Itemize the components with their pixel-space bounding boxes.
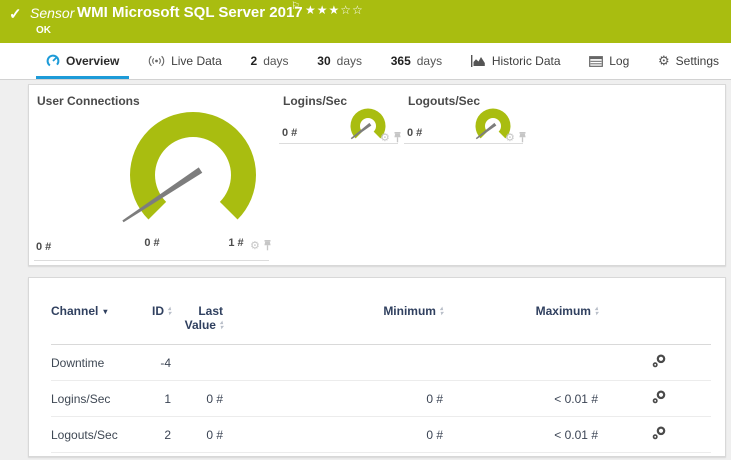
table-row[interactable]: User Connections 0 0 # 0 # 0 # — [51, 452, 711, 460]
channel-name[interactable]: Logouts/Sec — [51, 416, 146, 453]
gauge-panel: User Connections 0 # 1 # 0 # ⚙ Logins/Se… — [28, 84, 726, 266]
user-connections-gauge — [122, 112, 256, 223]
channel-maximum: 0 # — [443, 452, 598, 460]
gauge-baseline — [279, 143, 398, 144]
channel-maximum — [443, 344, 598, 381]
column-header-settings — [598, 278, 711, 345]
channel-id: 1 — [146, 380, 171, 417]
channel-last-value — [171, 344, 223, 381]
table-row[interactable]: Logins/Sec 1 0 # 0 # < 0.01 # — [51, 380, 711, 417]
channel-maximum: < 0.01 # — [443, 416, 598, 453]
sort-icon: ▴ ▾ — [439, 305, 443, 317]
status-badge: OK — [36, 25, 51, 36]
gauge-gear-icon[interactable]: ⚙ — [250, 240, 260, 251]
column-header-channel[interactable]: Channel ▾ — [51, 278, 146, 345]
gauge-pin-icon[interactable] — [518, 132, 527, 143]
tab-live-data[interactable]: Live Data — [146, 43, 224, 79]
channel-last-value: 0 # — [171, 452, 223, 460]
tab-bar: Overview Live Data 2 days 30 days 365 da… — [0, 43, 731, 80]
tab-2-days[interactable]: 2 days — [249, 43, 291, 79]
tab-log[interactable]: Log — [587, 43, 631, 79]
channel-id: 0 — [146, 452, 171, 460]
gauge-pin-icon[interactable] — [393, 132, 402, 143]
area-chart-icon — [470, 55, 486, 67]
channel-table: Channel ▾ ID ▴ ▾ Last Value ▴ ▾ Minimum ▴ ▾ Max… — [51, 278, 711, 460]
channel-last-value: 0 # — [171, 416, 223, 453]
gauge-icon — [46, 54, 60, 68]
channel-settings-icon[interactable] — [652, 354, 666, 371]
table-row[interactable]: Downtime -4 — [51, 344, 711, 381]
table-header-row: Channel ▾ ID ▴ ▾ Last Value ▴ ▾ Minimum ▴ ▾ Max… — [51, 278, 711, 345]
column-header-minimum[interactable]: Minimum ▴ ▾ — [223, 278, 443, 345]
sort-icon: ▴ ▾ — [167, 305, 171, 317]
channel-settings-icon[interactable] — [652, 390, 666, 407]
table-row[interactable]: Logouts/Sec 2 0 # 0 # < 0.01 # — [51, 416, 711, 453]
gauge-gear-icon[interactable]: ⚙ — [505, 132, 515, 143]
priority-flag-icon[interactable]: ⚐ — [291, 1, 300, 12]
broadcast-icon — [148, 55, 165, 67]
channel-id: 2 — [146, 416, 171, 453]
sensor-status-header: ✓ Sensor WMI Microsoft SQL Server 2017 ⚐… — [0, 0, 731, 43]
gauge-gear-icon[interactable]: ⚙ — [380, 132, 390, 143]
sort-icon: ▴ ▾ — [219, 319, 223, 331]
logouts-gauge-value: 0 # — [407, 127, 423, 139]
channel-table-panel: Channel ▾ ID ▴ ▾ Last Value ▴ ▾ Minimum ▴ ▾ Max… — [28, 277, 726, 460]
tab-settings[interactable]: ⚙ Settings — [656, 43, 721, 79]
log-icon — [589, 55, 604, 67]
logins-gauge-title: Logins/Sec — [283, 94, 348, 108]
gauge-baseline — [404, 143, 523, 144]
primary-gauge-title: User Connections — [37, 94, 140, 108]
channel-name[interactable]: User Connections — [51, 452, 146, 460]
sensor-title: WMI Microsoft SQL Server 2017 — [77, 4, 303, 21]
sensor-kind-label: Sensor — [30, 5, 75, 21]
channel-name[interactable]: Logins/Sec — [51, 380, 146, 417]
tab-historic-data[interactable]: Historic Data — [469, 43, 563, 79]
ok-check-icon: ✓ — [9, 6, 22, 23]
channel-name[interactable]: Downtime — [51, 344, 146, 381]
gauge-baseline — [34, 260, 269, 261]
primary-gauge-value: 0 # — [36, 241, 52, 253]
column-header-maximum[interactable]: Maximum ▴ ▾ — [443, 278, 598, 345]
priority-stars[interactable]: ★★★☆☆ — [305, 3, 364, 17]
channel-maximum: < 0.01 # — [443, 380, 598, 417]
logins-gauge-value: 0 # — [282, 127, 298, 139]
column-header-id[interactable]: ID ▴ ▾ — [146, 278, 171, 345]
channel-minimum: 0 # — [223, 452, 443, 460]
sort-desc-icon: ▾ — [103, 307, 108, 317]
tab-30-days[interactable]: 30 days — [315, 43, 364, 79]
gear-icon: ⚙ — [657, 53, 670, 68]
column-header-last-value[interactable]: Last Value ▴ ▾ — [171, 278, 223, 345]
tab-overview[interactable]: Overview — [35, 43, 130, 79]
channel-minimum: 0 # — [223, 416, 443, 453]
logouts-gauge-title: Logouts/Sec — [408, 94, 481, 108]
channel-id: -4 — [146, 344, 171, 381]
channel-minimum — [223, 344, 443, 381]
sort-icon: ▴ ▾ — [594, 305, 598, 317]
tab-365-days[interactable]: 365 days — [389, 43, 444, 79]
channel-last-value: 0 # — [171, 380, 223, 417]
channel-settings-icon[interactable] — [652, 426, 666, 443]
channel-minimum: 0 # — [223, 380, 443, 417]
gauge-pin-icon[interactable] — [263, 240, 272, 251]
gauge-scale-min: 0 # — [144, 237, 160, 249]
